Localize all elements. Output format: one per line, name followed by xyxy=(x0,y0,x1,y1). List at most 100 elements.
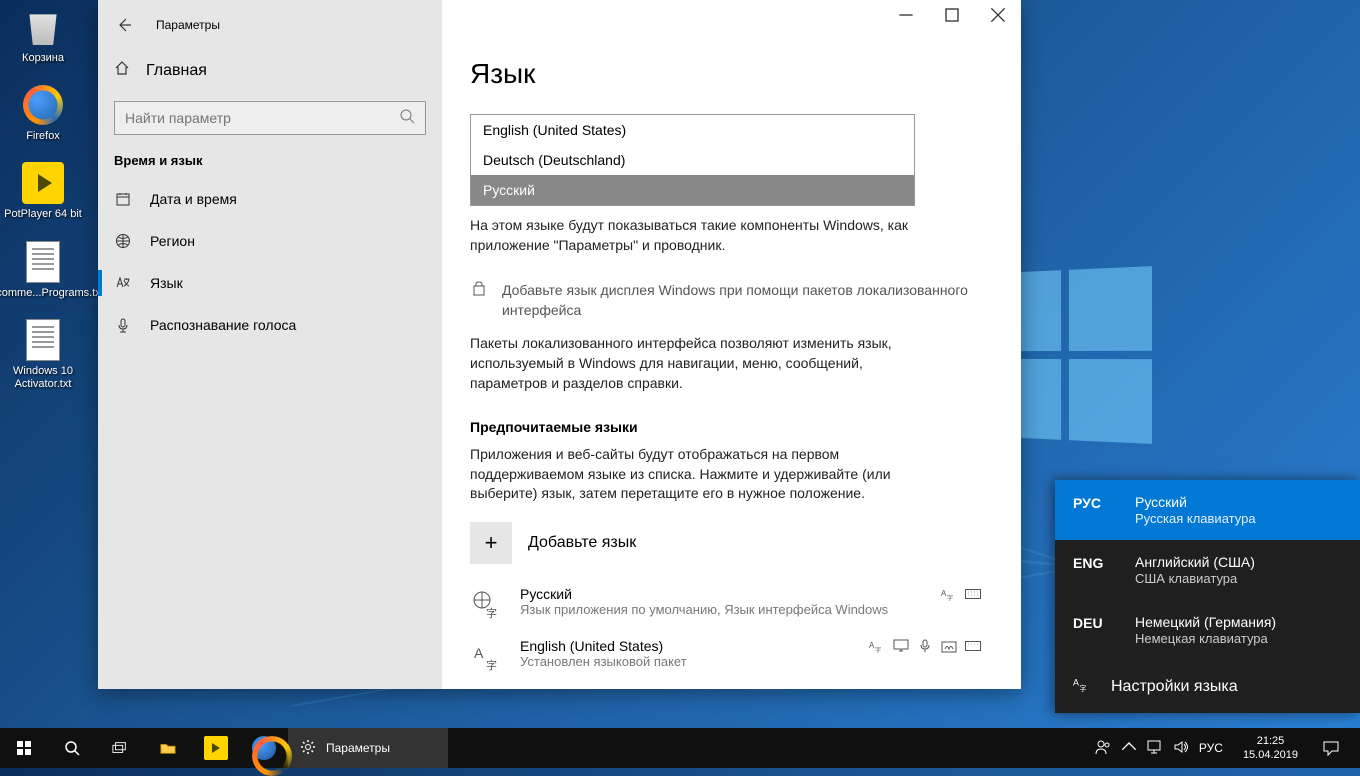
ime-sub: Немецкая клавиатура xyxy=(1135,631,1276,646)
ime-name: Немецкий (Германия) xyxy=(1135,614,1276,630)
display-icon xyxy=(893,638,909,659)
svg-text:字: 字 xyxy=(1079,684,1086,692)
home-icon xyxy=(114,60,130,81)
language-badges: A字 xyxy=(869,638,981,659)
ime-code: РУС xyxy=(1073,494,1113,526)
taskbar-app-explorer[interactable] xyxy=(144,728,192,768)
sidebar-label: Язык xyxy=(150,275,183,291)
language-settings-icon: A字 xyxy=(1073,676,1089,697)
icon-label: Recomme...Programs.txt xyxy=(0,287,104,300)
ime-sub: США клавиатура xyxy=(1135,571,1255,586)
taskbar-app-settings[interactable]: Параметры xyxy=(288,728,448,768)
svg-text:字: 字 xyxy=(486,606,497,620)
ime-settings-label: Настройки языка xyxy=(1111,678,1238,696)
svg-text:A: A xyxy=(474,645,484,661)
sidebar-section-header: Время и язык xyxy=(98,153,442,178)
store-link-row[interactable]: Добавьте язык дисплея Windows при помощи… xyxy=(470,281,981,320)
sidebar-item-region[interactable]: Регион xyxy=(98,220,442,262)
icon-label: Firefox xyxy=(26,130,60,143)
page-title: Язык xyxy=(470,58,981,90)
lip-help: Пакеты локализованного интерфейса позвол… xyxy=(470,334,920,393)
store-link-text: Добавьте язык дисплея Windows при помощи… xyxy=(502,281,981,320)
back-button[interactable] xyxy=(110,11,138,39)
microphone-icon xyxy=(114,316,132,334)
ime-option-german[interactable]: DEU Немецкий (Германия) Немецкая клавиат… xyxy=(1055,600,1360,660)
globe-icon xyxy=(114,232,132,250)
search-field[interactable] xyxy=(125,110,399,126)
svg-text:A: A xyxy=(1073,678,1079,688)
ime-settings-link[interactable]: A字 Настройки языка xyxy=(1055,660,1360,713)
preferred-languages-help: Приложения и веб-сайты будут отображатьс… xyxy=(470,445,920,504)
language-item-russian[interactable]: 字 Русский Язык приложения по умолчанию, … xyxy=(470,578,981,630)
language-item-english[interactable]: A字 English (United States) Установлен яз… xyxy=(470,630,981,682)
action-center-button[interactable] xyxy=(1308,740,1354,756)
settings-sidebar: Параметры Главная Время и язык Дата и вр… xyxy=(98,0,442,689)
network-icon[interactable] xyxy=(1147,739,1163,758)
sidebar-label: Главная xyxy=(146,62,207,80)
ime-indicator[interactable]: РУС xyxy=(1199,741,1223,755)
add-language-label: Добавьте язык xyxy=(528,534,636,552)
display-language-dropdown[interactable]: English (United States) Deutsch (Deutsch… xyxy=(470,114,915,206)
titlebar: Параметры xyxy=(98,0,442,50)
add-language-button[interactable]: + Добавьте язык xyxy=(470,522,981,564)
desktop-icon-potplayer[interactable]: PotPlayer 64 bit xyxy=(4,161,82,221)
desktop-icons: Корзина Firefox PotPlayer 64 bit Recomme… xyxy=(4,5,94,409)
svg-text:字: 字 xyxy=(947,594,953,602)
ime-sub: Русская клавиатура xyxy=(1135,511,1256,526)
desktop-icon-recommended-txt[interactable]: Recomme...Programs.txt xyxy=(4,240,82,300)
taskbar-app-potplayer[interactable] xyxy=(192,728,240,768)
settings-content: Язык English (United States) Deutsch (De… xyxy=(442,0,1021,689)
svg-text:字: 字 xyxy=(875,646,881,654)
clock-time: 21:25 xyxy=(1243,734,1298,748)
search-button[interactable] xyxy=(48,728,96,768)
system-tray[interactable]: РУС xyxy=(1085,739,1233,758)
desktop-icon-recycle-bin[interactable]: Корзина xyxy=(4,5,82,65)
plus-icon: + xyxy=(470,522,512,564)
maximize-button[interactable] xyxy=(929,0,975,30)
dropdown-option[interactable]: English (United States) xyxy=(471,115,914,145)
sidebar-item-datetime[interactable]: Дата и время xyxy=(98,178,442,220)
start-button[interactable] xyxy=(0,728,48,768)
dropdown-option-selected[interactable]: Русский xyxy=(471,175,914,205)
volume-icon[interactable] xyxy=(1173,739,1189,758)
language-subtitle: Установлен языковой пакет xyxy=(520,654,853,669)
language-subtitle: Язык приложения по умолчанию, Язык интер… xyxy=(520,602,925,617)
language-glyph-icon: 字 xyxy=(470,588,504,622)
settings-window: Параметры Главная Время и язык Дата и вр… xyxy=(98,0,1021,689)
search-icon xyxy=(399,108,415,129)
dropdown-option[interactable]: Deutsch (Deutschland) xyxy=(471,145,914,175)
taskbar-app-firefox[interactable] xyxy=(240,728,288,768)
ime-option-english[interactable]: ENG Английский (США) США клавиатура xyxy=(1055,540,1360,600)
close-button[interactable] xyxy=(975,0,1021,30)
keyboard-icon xyxy=(965,638,981,659)
sidebar-item-language[interactable]: Язык xyxy=(98,262,442,304)
text-to-speech-icon: A字 xyxy=(941,586,957,607)
speech-badge-icon xyxy=(917,638,933,659)
language-switcher-flyout: РУС Русский Русская клавиатура ENG Англи… xyxy=(1055,480,1360,713)
sidebar-item-home[interactable]: Главная xyxy=(98,50,442,91)
tray-chevron-up-icon[interactable] xyxy=(1121,739,1137,758)
task-view-button[interactable] xyxy=(96,728,144,768)
people-icon[interactable] xyxy=(1095,739,1111,758)
desktop-icon-firefox[interactable]: Firefox xyxy=(4,83,82,143)
ime-option-russian[interactable]: РУС Русский Русская клавиатура xyxy=(1055,480,1360,540)
sidebar-item-speech[interactable]: Распознавание голоса xyxy=(98,304,442,346)
icon-label: Windows 10 Activator.txt xyxy=(4,365,82,391)
sidebar-label: Регион xyxy=(150,233,195,249)
taskbar-clock[interactable]: 21:25 15.04.2019 xyxy=(1233,734,1308,763)
svg-text:字: 字 xyxy=(486,658,497,672)
language-icon xyxy=(114,274,132,292)
window-controls xyxy=(883,0,1021,30)
ime-name: Русский xyxy=(1135,494,1256,510)
ime-name: Английский (США) xyxy=(1135,554,1255,570)
language-name: Русский xyxy=(520,586,925,602)
taskbar: Параметры РУС 21:25 15.04.2019 xyxy=(0,728,1360,768)
icon-label: Корзина xyxy=(22,52,64,65)
preferred-languages-title: Предпочитаемые языки xyxy=(470,419,981,435)
desktop-icon-activator-txt[interactable]: Windows 10 Activator.txt xyxy=(4,318,82,391)
minimize-button[interactable] xyxy=(883,0,929,30)
search-input[interactable] xyxy=(114,101,426,135)
handwriting-icon xyxy=(941,638,957,659)
language-name: English (United States) xyxy=(520,638,853,654)
ime-code: ENG xyxy=(1073,554,1113,586)
